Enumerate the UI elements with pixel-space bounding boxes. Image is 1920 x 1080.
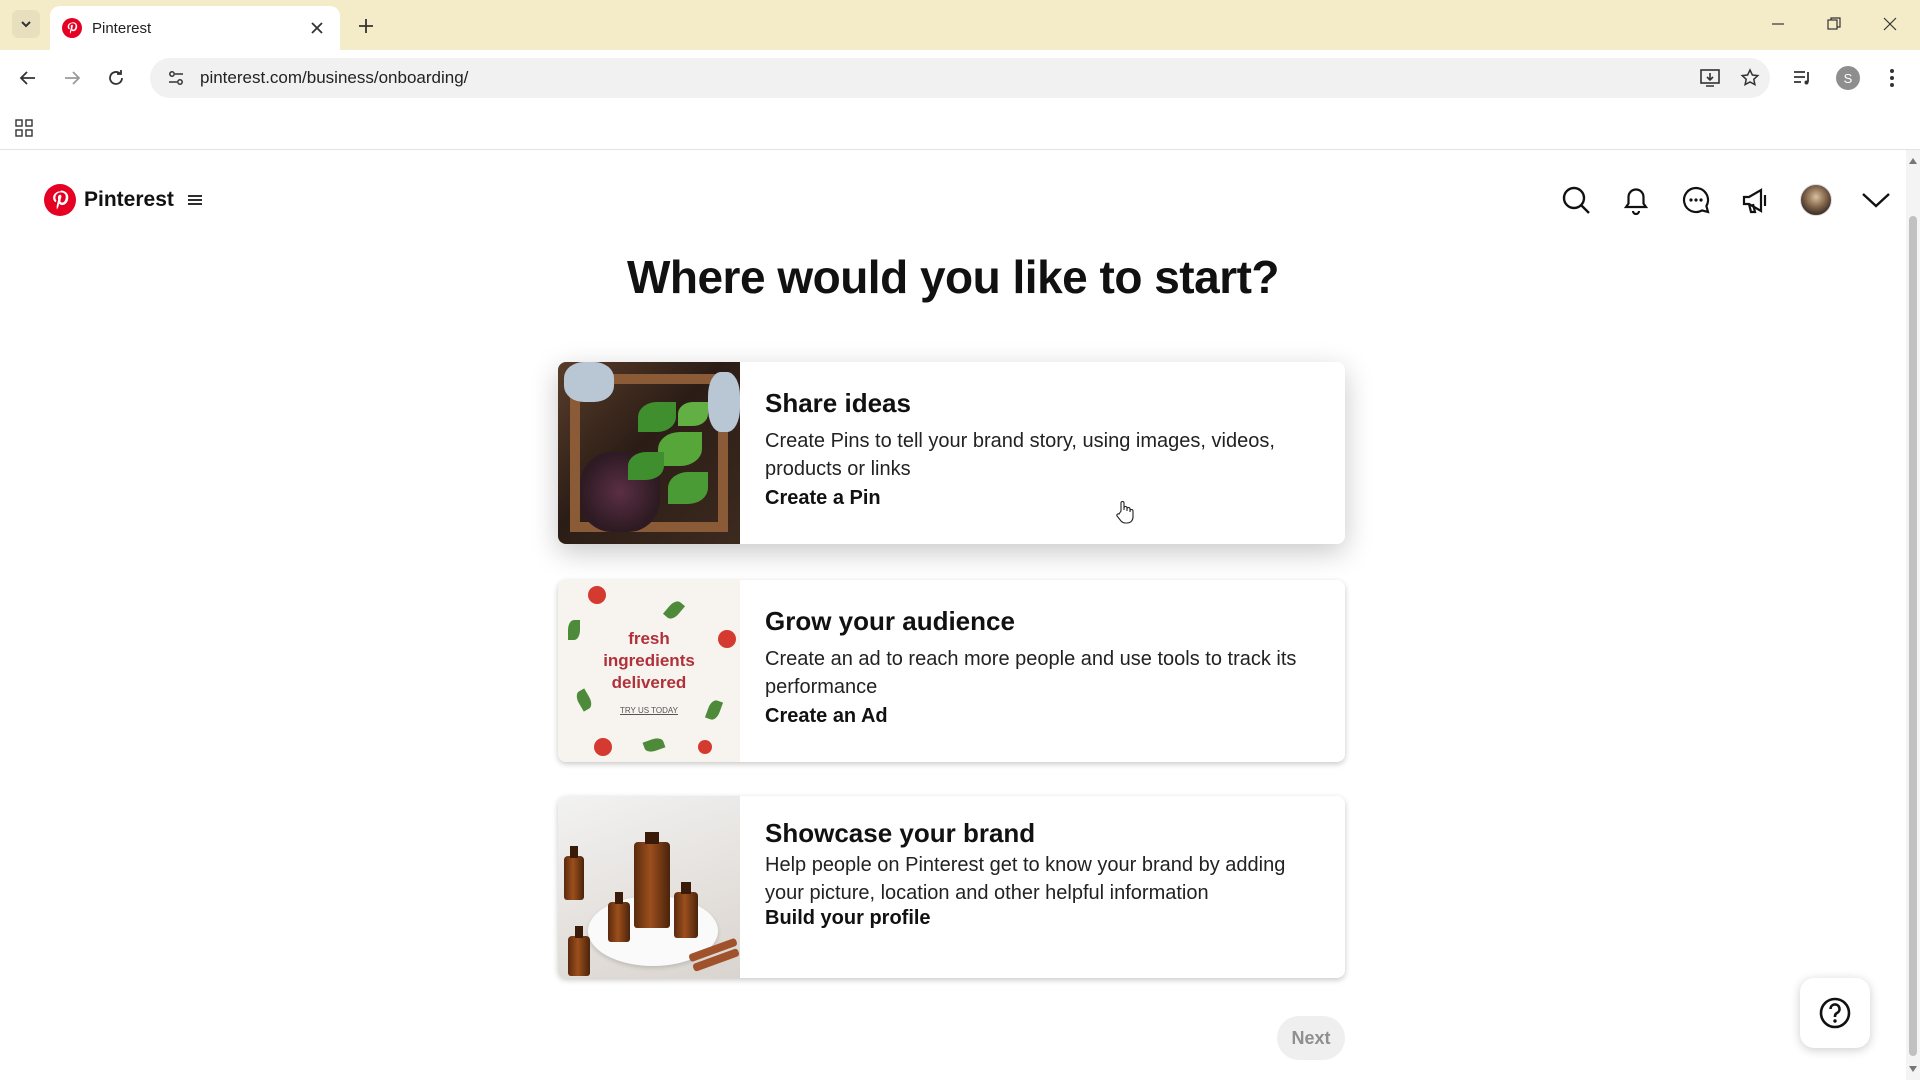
scroll-down-icon[interactable]: [1908, 1064, 1918, 1074]
browser-tabstrip: Pinterest: [0, 0, 1920, 50]
page-scrollbar[interactable]: [1906, 150, 1920, 1080]
close-window-button[interactable]: [1870, 8, 1910, 40]
browser-menu-button[interactable]: [1876, 62, 1908, 94]
scroll-up-icon[interactable]: [1908, 156, 1918, 166]
grow-audience-card[interactable]: fresh ingredients delivered TRY US TODAY…: [558, 580, 1345, 762]
minimize-button[interactable]: [1758, 8, 1798, 40]
card-title: Grow your audience: [765, 606, 1015, 636]
menu-icon[interactable]: [184, 189, 206, 211]
close-tab-icon[interactable]: [306, 17, 328, 39]
media-control-button[interactable]: [1786, 62, 1818, 94]
plus-icon: [359, 19, 373, 33]
playlist-icon: [1794, 71, 1809, 85]
create-pin-link[interactable]: Create a Pin: [765, 487, 881, 510]
bottles-image: [558, 796, 740, 978]
pinterest-favicon-icon: [62, 18, 82, 38]
pinterest-logo-icon: [44, 184, 76, 216]
avatar[interactable]: [1798, 182, 1834, 218]
restore-button[interactable]: [1814, 8, 1854, 40]
tab-title: Pinterest: [92, 19, 152, 37]
pinterest-logo[interactable]: Pinterest: [44, 184, 206, 216]
bookmarks-bar: [0, 106, 1920, 150]
fresh-ingredients-image: fresh ingredients delivered TRY US TODAY: [558, 580, 740, 762]
logo-text: Pinterest: [84, 188, 174, 211]
back-button[interactable]: [12, 62, 44, 94]
profile-button[interactable]: S: [1832, 62, 1864, 94]
scroll-thumb[interactable]: [1909, 216, 1917, 1056]
grid-icon: [15, 119, 33, 137]
reload-button[interactable]: [100, 62, 132, 94]
chevron-down-icon[interactable]: [1858, 182, 1894, 218]
page-title: Where would you like to start?: [626, 251, 1280, 303]
page-content: Pinterest Where would you like to start?: [0, 150, 1906, 1080]
search-icon[interactable]: [1558, 182, 1594, 218]
browser-toolbar: pinterest.com/business/onboarding/ S: [0, 50, 1920, 106]
garden-image: [558, 362, 740, 544]
chevron-down-icon: [21, 21, 31, 28]
site-info-icon[interactable]: [156, 58, 196, 98]
new-tab-button[interactable]: [352, 12, 380, 40]
next-button[interactable]: Next: [1277, 1016, 1345, 1060]
tab-search-button[interactable]: [12, 10, 40, 38]
profile-avatar: S: [1836, 66, 1860, 90]
url-text[interactable]: pinterest.com/business/onboarding/: [200, 68, 1690, 88]
create-ad-link[interactable]: Create an Ad: [765, 705, 888, 728]
card-description: Create an ad to reach more people and us…: [765, 648, 1297, 698]
arrow-right-icon: [65, 71, 81, 85]
card-title: Share ideas: [765, 388, 911, 418]
reload-icon: [109, 70, 123, 85]
forward-button[interactable]: [56, 62, 88, 94]
help-icon: [1819, 997, 1851, 1029]
bookmark-star-icon[interactable]: [1730, 58, 1770, 98]
browser-tab[interactable]: Pinterest: [50, 6, 340, 50]
showcase-brand-card[interactable]: Showcase your brand Help people on Pinte…: [558, 796, 1345, 978]
profile-picture: [1800, 184, 1832, 216]
image-headline: fresh ingredients delivered: [603, 629, 695, 692]
bell-icon[interactable]: [1618, 182, 1654, 218]
card-title: Showcase your brand: [765, 818, 1036, 848]
build-profile-link[interactable]: Build your profile: [765, 907, 931, 930]
image-subtext: TRY US TODAY: [620, 706, 678, 715]
help-button[interactable]: [1800, 978, 1870, 1048]
megaphone-icon[interactable]: [1738, 182, 1774, 218]
more-vertical-icon: [1890, 69, 1894, 87]
hand-cursor-icon: [1116, 501, 1134, 524]
address-bar[interactable]: pinterest.com/business/onboarding/: [150, 58, 1770, 98]
card-description: Create Pins to tell your brand story, us…: [765, 430, 1275, 480]
restore-icon: [1827, 17, 1841, 30]
close-icon: [1883, 17, 1897, 31]
share-ideas-card[interactable]: Share ideas Create Pins to tell your bra…: [558, 362, 1345, 544]
install-app-icon[interactable]: [1690, 58, 1730, 98]
arrow-left-icon: [19, 71, 35, 85]
card-description: Help people on Pinterest get to know you…: [765, 854, 1286, 904]
apps-grid-button[interactable]: [10, 114, 38, 142]
minimize-icon: [1772, 23, 1784, 25]
chat-icon[interactable]: [1678, 182, 1714, 218]
